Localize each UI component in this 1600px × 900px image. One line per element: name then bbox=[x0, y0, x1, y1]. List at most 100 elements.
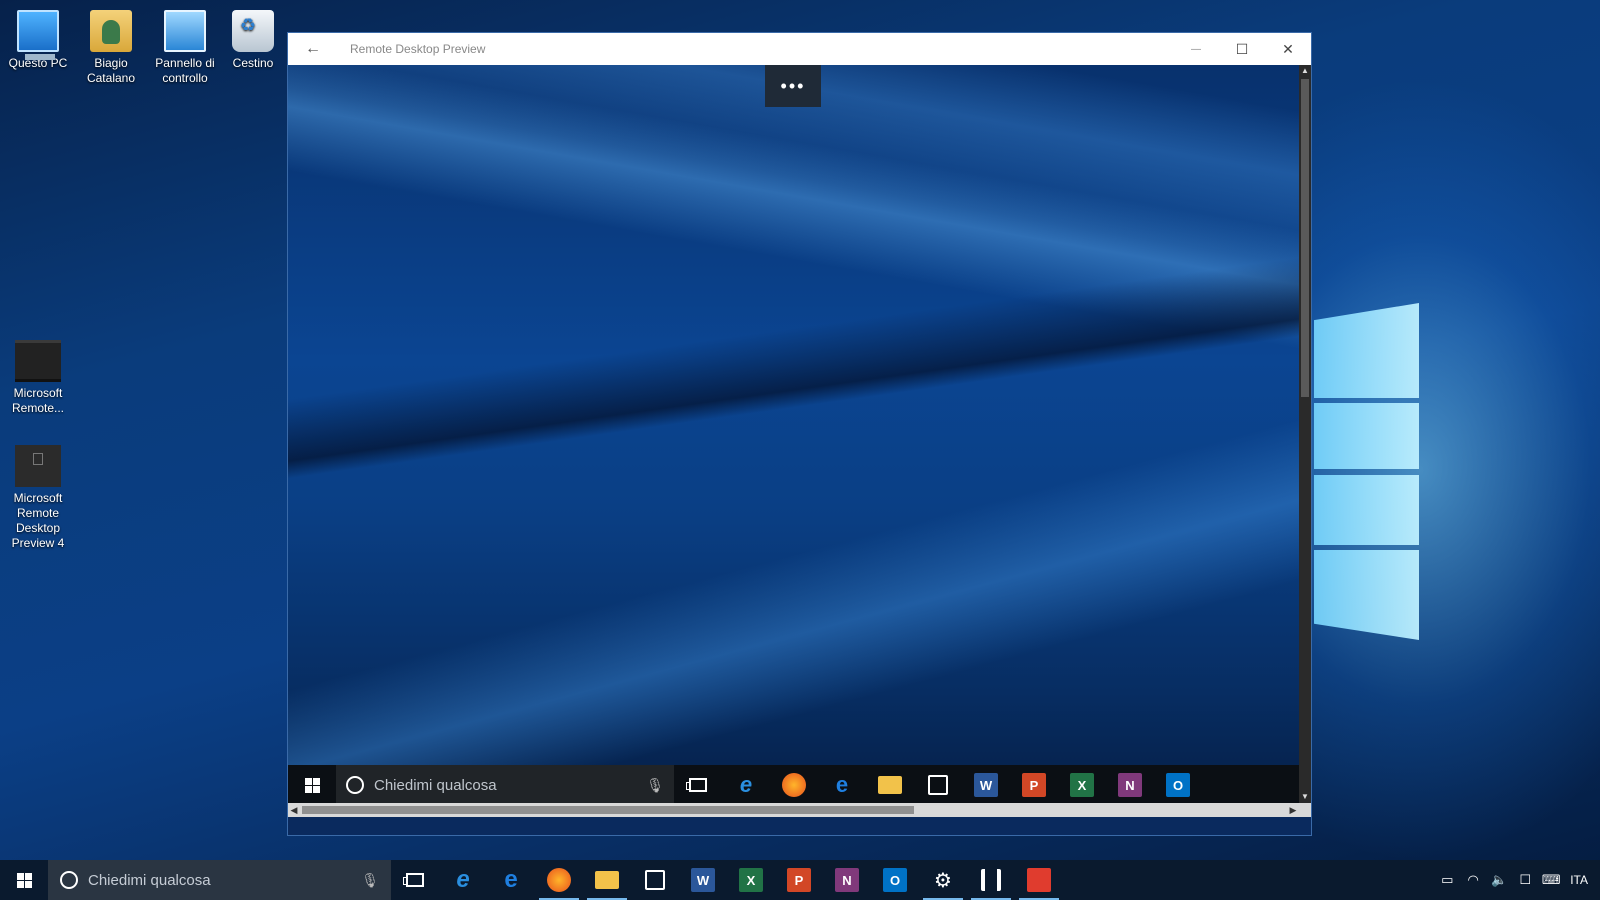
windows-icon bbox=[16, 872, 32, 888]
back-button[interactable]: ← bbox=[288, 33, 338, 65]
start-button[interactable] bbox=[0, 860, 48, 900]
excel-icon: X bbox=[1070, 773, 1094, 797]
volume-muted-icon[interactable]: 🔈 bbox=[1486, 872, 1512, 888]
battery-icon[interactable]: ▭ bbox=[1434, 872, 1460, 888]
firefox-icon bbox=[782, 773, 806, 797]
search-box[interactable]: Chiedimi qualcosa 🎙 bbox=[48, 860, 391, 900]
powerpoint-icon: P bbox=[787, 868, 811, 892]
outlook-icon: O bbox=[1166, 773, 1190, 797]
taskbar: Chiedimi qualcosa 🎙 e e W X P N O ⚙ ▭ ◠ … bbox=[0, 860, 1600, 900]
keyboard-icon[interactable]: ⌨ bbox=[1538, 872, 1564, 888]
vertical-scrollbar[interactable]: ▲ ▼ bbox=[1299, 65, 1311, 803]
minimize-button[interactable]: — bbox=[1173, 33, 1219, 65]
desktop-icon-recycle-bin[interactable]: Cestino bbox=[222, 10, 284, 71]
folder-icon bbox=[878, 776, 902, 794]
cortana-icon bbox=[60, 871, 78, 889]
remote-search-box[interactable]: Chiedimi qualcosa 🎙 bbox=[336, 765, 674, 803]
close-button[interactable]: ✕ bbox=[1265, 33, 1311, 65]
cortana-icon bbox=[346, 776, 364, 794]
window-title: Remote Desktop Preview bbox=[350, 42, 486, 56]
horizontal-scroll-thumb[interactable] bbox=[302, 806, 914, 814]
desktop-windows-logo bbox=[1300, 285, 1430, 655]
internet-explorer-icon: e bbox=[739, 772, 753, 797]
folder-icon bbox=[595, 871, 619, 889]
edge-button[interactable]: e bbox=[487, 860, 535, 900]
vertical-scroll-thumb[interactable] bbox=[1301, 79, 1309, 397]
window-app-icon bbox=[981, 869, 1001, 891]
onenote-button[interactable]: N bbox=[823, 860, 871, 900]
remote-file-explorer-button[interactable] bbox=[866, 765, 914, 803]
task-view-button[interactable] bbox=[391, 860, 439, 900]
scrollbar-corner bbox=[1299, 803, 1311, 817]
firefox-icon bbox=[547, 868, 571, 892]
desktop-icon-user-folder[interactable]: Biagio Catalano bbox=[73, 10, 149, 86]
task-view-icon bbox=[686, 778, 707, 792]
gear-icon: ⚙ bbox=[934, 869, 952, 892]
scroll-up-icon[interactable]: ▲ bbox=[1299, 65, 1311, 77]
settings-button[interactable]: ⚙ bbox=[919, 860, 967, 900]
scroll-left-icon[interactable]: ◀ bbox=[288, 803, 300, 817]
more-options-button[interactable]: ••• bbox=[765, 65, 821, 107]
powerpoint-button[interactable]: P bbox=[775, 860, 823, 900]
file-explorer-button[interactable] bbox=[583, 860, 631, 900]
desktop-icon-questo-pc[interactable]: Questo PC bbox=[0, 10, 76, 71]
windows-icon bbox=[304, 777, 320, 793]
wifi-icon[interactable]: ◠ bbox=[1460, 872, 1486, 888]
desktop-icon-microsoft-remote[interactable]: Microsoft Remote... bbox=[0, 340, 76, 416]
desktop-icon-label: Microsoft Remote... bbox=[11, 386, 65, 415]
maximize-button[interactable]: ☐ bbox=[1219, 33, 1265, 65]
onenote-icon: N bbox=[835, 868, 859, 892]
back-arrow-icon: ← bbox=[305, 40, 321, 57]
control-panel-icon bbox=[164, 10, 206, 52]
store-icon bbox=[928, 775, 948, 795]
notification-icon[interactable]: ☐ bbox=[1512, 872, 1538, 888]
desktop-icon-label: Pannello di controllo bbox=[155, 56, 215, 85]
remote-outlook-button[interactable]: O bbox=[1154, 765, 1202, 803]
remote-edge-button[interactable]: e bbox=[818, 765, 866, 803]
outlook-button[interactable]: O bbox=[871, 860, 919, 900]
remote-ie-button[interactable]: e bbox=[722, 765, 770, 803]
remote-desktop-icon bbox=[15, 340, 61, 382]
remote-word-button[interactable]: W bbox=[962, 765, 1010, 803]
scroll-right-icon[interactable]: ▶ bbox=[1287, 803, 1299, 817]
microphone-icon[interactable]: 🎙 bbox=[361, 872, 379, 889]
language-indicator[interactable]: ITA bbox=[1570, 873, 1588, 887]
remote-powerpoint-button[interactable]: P bbox=[1010, 765, 1058, 803]
edge-icon: e bbox=[504, 866, 518, 893]
onenote-icon: N bbox=[1118, 773, 1142, 797]
remote-store-button[interactable] bbox=[914, 765, 962, 803]
powerpoint-icon: P bbox=[1022, 773, 1046, 797]
remote-firefox-button[interactable] bbox=[770, 765, 818, 803]
recycle-bin-icon bbox=[232, 10, 274, 52]
search-placeholder: Chiedimi qualcosa bbox=[88, 871, 211, 889]
excel-button[interactable]: X bbox=[727, 860, 775, 900]
task-view-icon bbox=[403, 873, 424, 887]
remote-onenote-button[interactable]: N bbox=[1106, 765, 1154, 803]
desktop-icon-label: Microsoft Remote Desktop Preview 4 bbox=[11, 491, 65, 550]
remote-desktop-window: ← Remote Desktop Preview — ☐ ✕ ••• Chied… bbox=[287, 32, 1312, 836]
desktop-icon-control-panel[interactable]: Pannello di controllo bbox=[147, 10, 223, 86]
microphone-icon[interactable]: 🎙 bbox=[646, 777, 664, 794]
network-app-button[interactable] bbox=[967, 860, 1015, 900]
firefox-button[interactable] bbox=[535, 860, 583, 900]
remote-session-view[interactable]: ••• Chiedimi qualcosa 🎙 e e W P X N O bbox=[288, 65, 1299, 803]
outlook-icon: O bbox=[883, 868, 907, 892]
desktop-icon-remote-desktop-preview[interactable]: Microsoft Remote Desktop Preview 4 bbox=[0, 445, 76, 551]
remote-excel-button[interactable]: X bbox=[1058, 765, 1106, 803]
remote-search-placeholder: Chiedimi qualcosa bbox=[374, 776, 497, 794]
store-button[interactable] bbox=[631, 860, 679, 900]
remote-taskbar: Chiedimi qualcosa 🎙 e e W P X N O bbox=[288, 765, 1299, 803]
remote-task-view-button[interactable] bbox=[674, 765, 722, 803]
window-titlebar: ← Remote Desktop Preview — ☐ ✕ bbox=[288, 33, 1311, 65]
word-button[interactable]: W bbox=[679, 860, 727, 900]
remote-desktop-preview-icon bbox=[15, 445, 61, 487]
close-icon: ✕ bbox=[1282, 40, 1294, 57]
remote-desktop-button[interactable] bbox=[1015, 860, 1063, 900]
scroll-down-icon[interactable]: ▼ bbox=[1299, 791, 1311, 803]
internet-explorer-button[interactable]: e bbox=[439, 860, 487, 900]
remote-start-button[interactable] bbox=[288, 765, 336, 803]
desktop-icon-label: Cestino bbox=[232, 56, 274, 70]
minimize-icon: — bbox=[1191, 43, 1201, 55]
horizontal-scrollbar[interactable]: ◀ ▶ bbox=[288, 803, 1299, 817]
computer-icon bbox=[17, 10, 59, 60]
